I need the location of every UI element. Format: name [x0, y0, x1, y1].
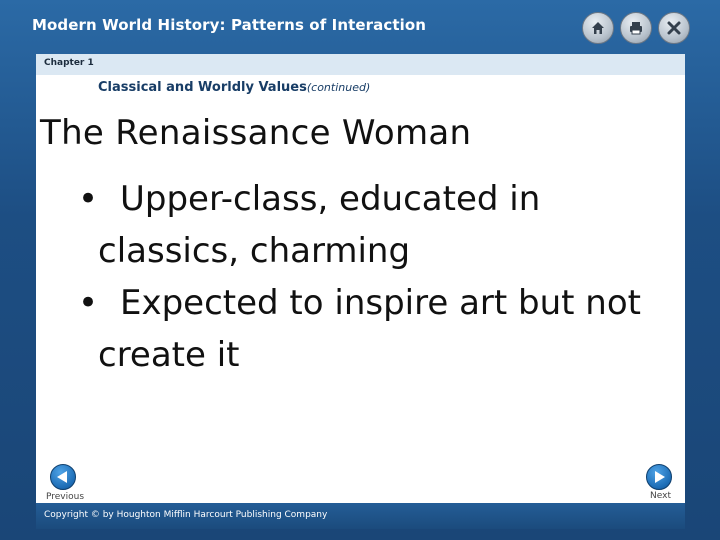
print-glyph	[630, 22, 642, 35]
section-title: Classical and Worldly Values(continued)	[98, 80, 370, 95]
previous-button[interactable]	[50, 464, 76, 490]
slide-heading: The Renaissance Woman	[40, 113, 472, 153]
section-name: Classical and Worldly Values	[98, 80, 307, 95]
bullet-text: Upper-class, educated in classics, charm…	[98, 179, 541, 271]
previous-label: Previous	[46, 492, 85, 502]
close-glyph	[667, 21, 681, 35]
top-toolbar	[582, 12, 690, 44]
print-icon[interactable]	[620, 12, 652, 44]
home-icon[interactable]	[582, 12, 614, 44]
slide-content: Classical and Worldly Values(continued) …	[36, 75, 685, 503]
home-glyph	[592, 22, 604, 34]
bullet-text: Expected to inspire art but not create i…	[98, 283, 641, 375]
arrow-left-icon	[57, 471, 67, 483]
bullet-icon: •	[78, 283, 99, 323]
close-icon[interactable]	[658, 12, 690, 44]
bullet-list: • Upper-class, educated in classics, char…	[78, 173, 658, 381]
arrow-right-icon	[655, 471, 665, 483]
footer-bar: Copyright © by Houghton Mifflin Harcourt…	[36, 503, 685, 529]
section-suffix: (continued)	[306, 81, 371, 94]
copyright-text: Copyright © by Houghton Mifflin Harcourt…	[44, 510, 328, 520]
app-title: Modern World History: Patterns of Intera…	[32, 16, 427, 34]
bullet-item: • Upper-class, educated in classics, char…	[78, 173, 658, 277]
next-button[interactable]	[646, 464, 672, 490]
bullet-item: • Expected to inspire art but not create …	[78, 277, 658, 381]
chapter-label: Chapter 1	[44, 58, 94, 68]
bullet-icon: •	[78, 179, 99, 219]
slide-frame: Modern World History: Patterns of Intera…	[0, 0, 720, 540]
next-label: Next	[650, 491, 671, 501]
chapter-bar: Chapter 1	[36, 54, 685, 76]
